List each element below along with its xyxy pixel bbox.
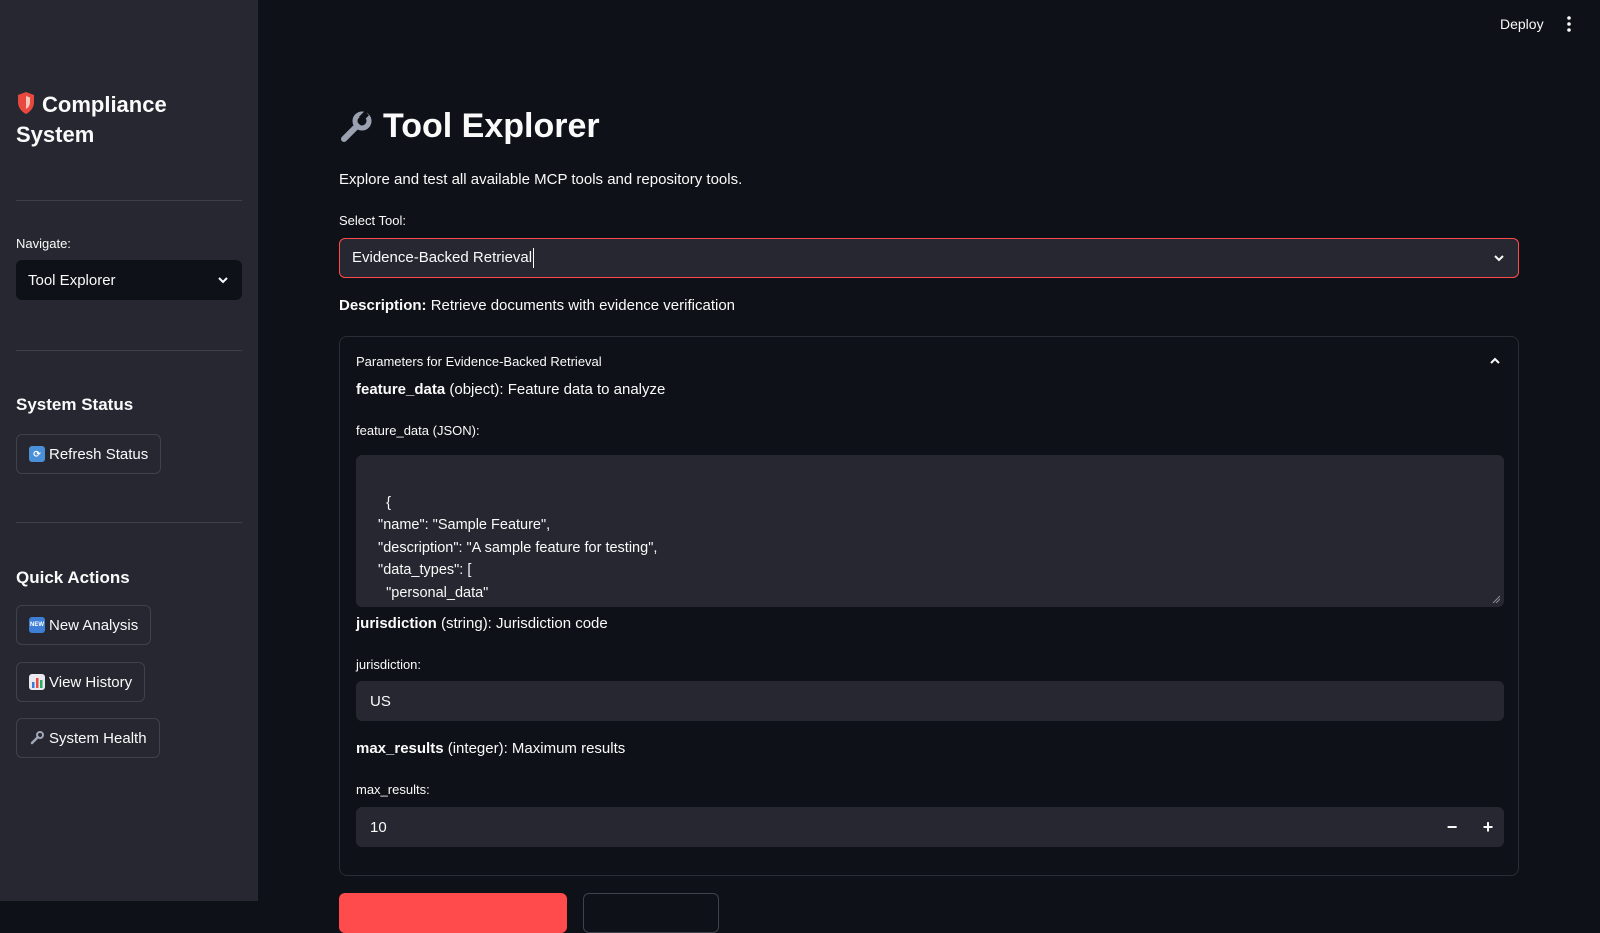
tool-select-value: Evidence-Backed Retrieval xyxy=(352,248,535,268)
param-feature-data-desc: feature_data (object): Feature data to a… xyxy=(356,381,665,398)
chevron-up-icon xyxy=(1490,357,1500,364)
new-analysis-label: New Analysis xyxy=(49,616,139,634)
navigate-selected-value: Tool Explorer xyxy=(28,271,116,289)
refresh-icon: ⟳ xyxy=(29,446,45,462)
wrench-icon xyxy=(341,110,372,142)
feature-data-label: feature_data (JSON): xyxy=(356,423,480,438)
sidebar-divider xyxy=(16,200,242,201)
increment-button[interactable]: + xyxy=(1472,807,1504,847)
param-name: max_results xyxy=(356,740,444,757)
bar-chart-icon xyxy=(29,674,45,690)
page-title-text: Tool Explorer xyxy=(383,107,600,145)
max-results-value: 10 xyxy=(370,818,387,836)
navigate-label: Navigate: xyxy=(16,236,71,251)
execute-tool-button[interactable] xyxy=(339,893,567,933)
param-meta: (string): Jurisdiction code xyxy=(441,615,608,632)
resize-handle-icon[interactable] xyxy=(1492,595,1500,603)
view-history-button[interactable]: View History xyxy=(16,662,146,702)
system-health-label: System Health xyxy=(49,729,147,747)
jurisdiction-label: jurisdiction: xyxy=(356,657,422,672)
deploy-button[interactable]: Deploy xyxy=(1500,16,1544,32)
stepper-controls: − + xyxy=(1436,807,1504,847)
tool-description: Description: Retrieve documents with evi… xyxy=(339,297,735,314)
max-results-stepper[interactable]: 10 − + xyxy=(356,807,1504,847)
chevron-down-icon xyxy=(218,277,228,284)
chevron-down-icon xyxy=(1494,255,1504,262)
param-jurisdiction-desc: jurisdiction (string): Jurisdiction code xyxy=(356,615,608,632)
new-icon: NEW xyxy=(29,617,45,633)
view-history-label: View History xyxy=(49,673,133,691)
feature-data-value: { "name": "Sample Feature", "description… xyxy=(378,494,658,601)
param-name: feature_data xyxy=(356,381,446,398)
feature-data-textarea[interactable]: { "name": "Sample Feature", "description… xyxy=(356,455,1504,607)
param-name: jurisdiction xyxy=(356,615,437,632)
max-results-label: max_results: xyxy=(356,782,430,797)
expander-title: Parameters for Evidence-Backed Retrieval xyxy=(356,353,602,369)
select-tool-label: Select Tool: xyxy=(339,213,406,228)
sidebar-divider xyxy=(16,350,242,351)
tool-select[interactable]: Evidence-Backed Retrieval xyxy=(339,238,1519,278)
expander-header[interactable]: Parameters for Evidence-Backed Retrieval xyxy=(356,351,1502,371)
decrement-button[interactable]: − xyxy=(1436,807,1468,847)
system-status-heading: System Status xyxy=(16,395,134,414)
shield-icon xyxy=(18,92,34,114)
refresh-status-button[interactable]: ⟳ Refresh Status xyxy=(16,434,162,474)
page-title: Tool Explorer xyxy=(339,107,600,146)
sidebar-divider xyxy=(16,522,242,523)
sidebar-brand: Compliance System xyxy=(16,90,236,150)
jurisdiction-value: US xyxy=(370,692,391,710)
sidebar: Compliance System Navigate: Tool Explore… xyxy=(0,0,258,901)
description-text: Retrieve documents with evidence verific… xyxy=(430,297,736,314)
secondary-button[interactable] xyxy=(583,893,719,933)
wrench-icon xyxy=(30,731,44,745)
jurisdiction-input[interactable]: US xyxy=(356,681,1504,721)
new-analysis-button[interactable]: NEW New Analysis xyxy=(16,605,152,645)
text-cursor xyxy=(533,248,535,268)
page-subtitle: Explore and test all available MCP tools… xyxy=(339,171,743,188)
app-title: Compliance System xyxy=(16,92,167,147)
param-meta: (object): Feature data to analyze xyxy=(449,381,666,398)
quick-actions-heading: Quick Actions xyxy=(16,568,130,587)
param-meta: (integer): Maximum results xyxy=(447,740,626,757)
param-max-results-desc: max_results (integer): Maximum results xyxy=(356,740,625,757)
more-menu-icon[interactable] xyxy=(1564,14,1574,34)
description-label: Description: xyxy=(339,297,427,314)
system-health-button[interactable]: System Health xyxy=(16,718,160,758)
navigate-select[interactable]: Tool Explorer xyxy=(16,260,242,300)
parameters-expander: Parameters for Evidence-Backed Retrieval… xyxy=(339,336,1519,876)
refresh-status-label: Refresh Status xyxy=(49,445,149,463)
